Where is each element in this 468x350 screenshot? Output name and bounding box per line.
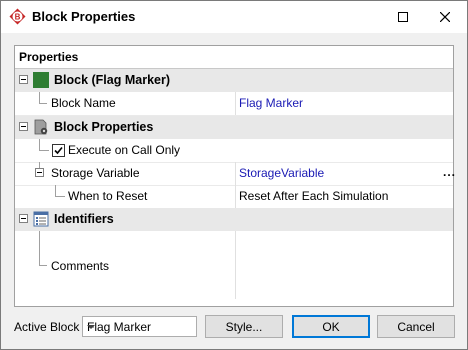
tree-line: [39, 139, 40, 150]
collapse-icon[interactable]: [35, 168, 44, 177]
browse-ellipsis-button[interactable]: ...: [443, 165, 456, 179]
category-block-label: Block (Flag Marker): [54, 73, 171, 87]
collapse-icon[interactable]: [19, 75, 28, 84]
category-identifiers[interactable]: Identifiers: [15, 208, 453, 231]
properties-header: Properties: [15, 46, 453, 69]
property-comments[interactable]: Comments: [15, 231, 453, 299]
ok-button[interactable]: OK: [292, 315, 370, 338]
category-block-properties-label: Block Properties: [54, 120, 154, 134]
storage-variable-label: Storage Variable: [51, 166, 140, 180]
execute-on-call-only-checkbox[interactable]: [52, 144, 65, 157]
check-icon: [54, 146, 63, 155]
window-title: Block Properties: [32, 9, 136, 24]
maximize-icon: [398, 12, 408, 22]
property-execute-on-call-only[interactable]: Execute on Call Only: [15, 139, 453, 162]
when-to-reset-label: When to Reset: [68, 189, 148, 203]
tree-line: [39, 103, 47, 104]
properties-header-label: Properties: [19, 50, 79, 64]
property-block-name[interactable]: Block Name Flag Marker: [15, 92, 453, 115]
block-name-label: Block Name: [51, 96, 116, 110]
tree-line: [39, 231, 40, 265]
chevron-down-icon: [87, 325, 95, 329]
block-name-value[interactable]: Flag Marker: [239, 96, 303, 110]
column-separator: [235, 162, 236, 185]
svg-text:B: B: [15, 13, 21, 22]
block-settings-icon: [34, 119, 48, 135]
tree-line: [55, 185, 56, 196]
close-button[interactable]: [423, 1, 467, 33]
tree-line: [55, 196, 65, 197]
execute-on-call-only-label: Execute on Call Only: [68, 143, 181, 157]
block-properties-dialog: B Block Properties Properties Block (Fla…: [0, 0, 468, 350]
ok-button-label: OK: [322, 319, 340, 334]
tree-line: [39, 265, 47, 266]
app-logo-icon: B: [9, 8, 26, 25]
tree-line: [39, 92, 40, 103]
category-identifiers-label: Identifiers: [54, 212, 114, 226]
when-to-reset-value[interactable]: Reset After Each Simulation: [239, 189, 388, 203]
active-block-dropdown[interactable]: Flag Marker: [82, 316, 197, 337]
collapse-icon[interactable]: [19, 214, 28, 223]
property-when-to-reset[interactable]: When to Reset Reset After Each Simulatio…: [15, 185, 453, 208]
column-separator: [235, 92, 236, 115]
collapse-icon[interactable]: [19, 122, 28, 131]
title-bar: B Block Properties: [1, 1, 467, 33]
tree-line: [39, 150, 49, 151]
column-separator: [235, 231, 236, 299]
comments-label: Comments: [51, 259, 110, 273]
style-button[interactable]: Style...: [205, 315, 283, 338]
cancel-button[interactable]: Cancel: [377, 315, 455, 338]
identifiers-list-icon: [33, 211, 49, 227]
category-block-properties[interactable]: Block Properties: [15, 116, 453, 139]
style-button-label: Style...: [225, 319, 263, 334]
category-block[interactable]: Block (Flag Marker): [15, 69, 453, 92]
storage-variable-value[interactable]: StorageVariable: [239, 166, 324, 180]
cancel-button-label: Cancel: [397, 319, 435, 334]
property-storage-variable[interactable]: Storage Variable StorageVariable ...: [15, 162, 456, 185]
properties-grid: Properties Block (Flag Marker) Block Nam…: [14, 45, 456, 307]
flag-marker-block-icon: [33, 72, 49, 88]
maximize-button[interactable]: [381, 1, 425, 33]
active-block-label: Active Block: [14, 320, 80, 334]
column-separator: [235, 185, 236, 208]
active-block-value: Flag Marker: [87, 320, 152, 334]
close-icon: [440, 12, 450, 22]
